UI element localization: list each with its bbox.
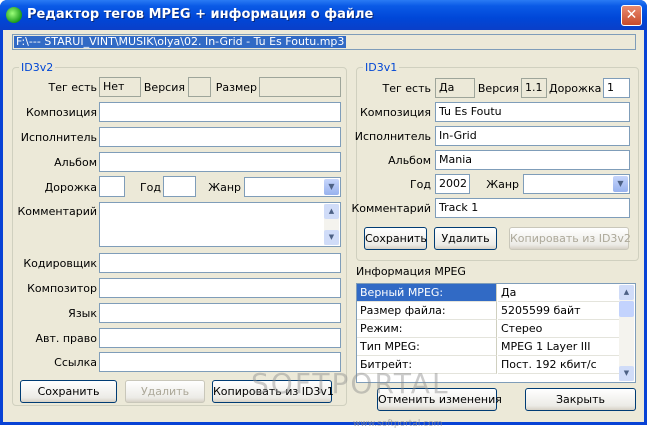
id3v2-comment-label: Комментарий [17, 205, 97, 218]
id3v2-composition-label: Композиция [25, 106, 97, 119]
id3v1-year-input[interactable]: 2002 [435, 174, 470, 194]
mpeg-info-key: Верный MPEG: [357, 284, 497, 302]
id3v2-encoder-label: Кодировщик [23, 257, 97, 270]
close-button[interactable]: Закрыть [525, 388, 636, 411]
table-row[interactable]: Верный MPEG: Да [357, 284, 619, 302]
id3v2-composer-label: Композитор [27, 282, 97, 295]
watermark-url: www.softportal.com [353, 419, 443, 429]
id3v1-artist-label: Исполнитель [354, 130, 431, 143]
id3v1-album-input[interactable]: Mania [435, 150, 630, 170]
id3v2-copyright-input[interactable] [99, 328, 341, 348]
file-path-field[interactable]: F:\--- STARUI_VINT\MUSIK\olya\02. In-Gri… [12, 34, 636, 50]
id3v1-genre-label: Жанр [486, 178, 519, 191]
id3v2-composition-input[interactable] [99, 102, 341, 122]
title-bar[interactable]: Редактор тегов MPEG + информация о файле… [0, 0, 647, 30]
mpeg-info-title: Информация MPEG [356, 265, 466, 278]
id3v1-album-label: Альбом [388, 154, 431, 167]
id3v1-tag-value: Да [435, 78, 475, 98]
id3v2-album-label: Альбом [54, 156, 97, 169]
id3v2-size-value [259, 77, 341, 97]
id3v2-composer-input[interactable] [99, 278, 341, 298]
close-window-button[interactable]: ✕ [621, 5, 642, 26]
mpeg-info-scrollbar[interactable]: ▲ ▼ [619, 285, 634, 381]
id3v2-artist-input[interactable] [99, 127, 341, 147]
id3v2-artist-label: Исполнитель [20, 131, 97, 144]
id3v2-genre-label: Жанр [208, 181, 241, 194]
id3v1-composition-label: Композиция [359, 106, 431, 119]
mpeg-info-key: Режим: [357, 320, 497, 338]
id3v1-comment-input[interactable]: Track 1 [435, 198, 630, 218]
id3v2-save-button[interactable]: Сохранить [20, 380, 117, 403]
scroll-up-icon[interactable]: ▲ [324, 204, 339, 219]
file-path-text: F:\--- STARUI_VINT\MUSIK\olya\02. In-Gri… [14, 35, 347, 48]
mpeg-info-value: MPEG 1 Layer III [498, 338, 619, 356]
id3v2-comment-textarea[interactable]: ▲ ▼ [99, 202, 341, 247]
id3v2-tag-value: Нет [99, 77, 141, 97]
app-icon [6, 7, 22, 23]
id3v2-link-label: Ссылка [54, 356, 97, 369]
id3v1-composition-input[interactable]: Tu Es Foutu [435, 102, 630, 122]
id3v2-version-label: Версия [143, 81, 185, 94]
scroll-down-icon[interactable]: ▼ [324, 230, 339, 245]
window-title: Редактор тегов MPEG + информация о файле [27, 7, 374, 22]
id3v1-delete-button[interactable]: Удалить [434, 227, 497, 250]
mpeg-info-value: 5205599 байт [498, 302, 619, 320]
id3v1-save-button[interactable]: Сохранить [364, 227, 427, 250]
id3v1-track-input[interactable]: 1 [603, 78, 630, 98]
id3v2-album-input[interactable] [99, 152, 341, 172]
id3v1-comment-label: Комментарий [351, 202, 431, 215]
id3v2-language-input[interactable] [99, 303, 341, 323]
id3v1-legend: ID3v1 [363, 61, 400, 74]
table-row[interactable]: Размер файла: 5205599 байт [357, 302, 619, 320]
mpeg-info-value: Да [498, 284, 619, 302]
mpeg-info-key: Тип MPEG: [357, 338, 497, 356]
id3v2-delete-button[interactable]: Удалить [125, 380, 205, 403]
id3v1-genre-select[interactable]: ▼ [523, 174, 630, 194]
id3v2-encoder-input[interactable] [99, 253, 341, 273]
mpeg-info-value: Стерео [498, 320, 619, 338]
id3v2-copyright-label: Авт. право [35, 332, 97, 345]
mpeg-info-key: Размер файла: [357, 302, 497, 320]
mpeg-info-value: Пост. 192 кбит/с [498, 356, 619, 374]
id3v2-genre-select[interactable]: ▼ [244, 177, 341, 197]
id3v1-year-label: Год [409, 178, 431, 191]
id3v1-tag-label: Тег есть [382, 82, 431, 95]
id3v1-artist-input[interactable]: In-Grid [435, 126, 630, 146]
scrollbar-thumb[interactable] [619, 301, 634, 317]
id3v2-language-label: Язык [68, 307, 97, 320]
id3v1-copy-from-id3v2-button[interactable]: Копировать из ID3v2 [509, 227, 631, 250]
id3v2-year-input[interactable] [163, 176, 196, 197]
tag-editor-window: Редактор тегов MPEG + информация о файле… [0, 0, 647, 429]
table-row[interactable]: Режим: Стерео [357, 320, 619, 338]
scroll-up-icon[interactable]: ▲ [619, 285, 634, 300]
id3v1-version-value: 1.1 [521, 78, 547, 98]
id3v1-version-label: Версия [477, 82, 519, 95]
id3v2-comment-scrollbar[interactable]: ▲ ▼ [324, 204, 339, 245]
id3v1-track-label: Дорожка [549, 82, 602, 95]
chevron-down-icon[interactable]: ▼ [613, 176, 628, 192]
watermark-logo: SOFTPORTAL [251, 367, 450, 400]
table-row[interactable]: Тип MPEG: MPEG 1 Layer III [357, 338, 619, 356]
id3v2-size-label: Размер [215, 81, 257, 94]
id3v2-track-input[interactable] [99, 176, 125, 197]
id3v2-tag-label: Тег есть [48, 81, 97, 94]
id3v2-legend: ID3v2 [19, 61, 56, 74]
id3v2-track-label: Дорожка [44, 181, 97, 194]
scroll-down-icon[interactable]: ▼ [619, 366, 634, 381]
id3v2-version-value [188, 77, 211, 97]
chevron-down-icon[interactable]: ▼ [324, 179, 339, 195]
dialog-client-area: F:\--- STARUI_VINT\MUSIK\olya\02. In-Gri… [3, 30, 644, 429]
id3v2-year-label: Год [139, 181, 161, 194]
